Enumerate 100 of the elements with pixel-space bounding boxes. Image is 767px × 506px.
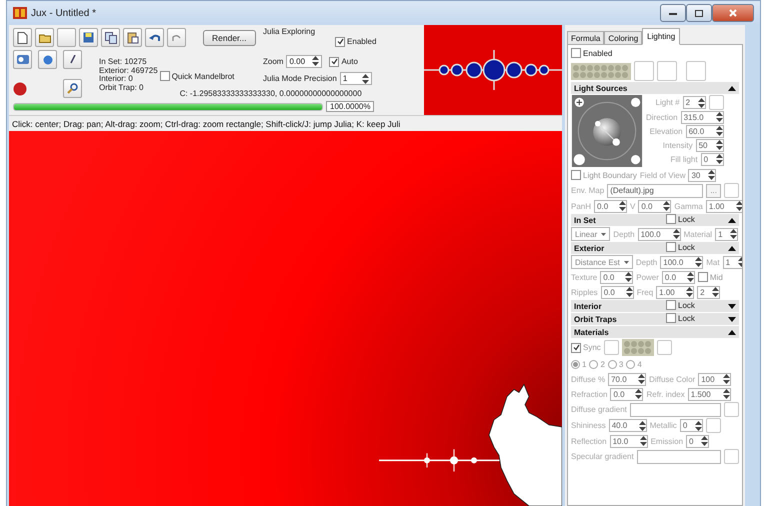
lock-checkbox[interactable]: Lock: [666, 242, 695, 252]
spinner-icon[interactable]: [686, 272, 694, 282]
spinner-icon[interactable]: [730, 229, 738, 239]
spin-field[interactable]: 0.0: [662, 270, 695, 284]
text-field[interactable]: (Default).jpg: [607, 184, 704, 198]
color-swatch[interactable]: [724, 183, 739, 198]
check-mark-box[interactable]: [335, 36, 346, 46]
spinner-icon[interactable]: [638, 374, 646, 384]
spinner-icon[interactable]: [716, 140, 723, 150]
section-header[interactable]: In Set Lock: [571, 214, 739, 226]
spin-field[interactable]: 70.0: [608, 372, 646, 386]
spin-field[interactable]: 1: [715, 228, 738, 240]
spin-field[interactable]: 10.0: [610, 434, 648, 448]
spinner-icon[interactable]: [312, 56, 320, 66]
spinner-icon[interactable]: [640, 436, 647, 446]
dropdown[interactable]: Distance Est: [571, 255, 633, 269]
spinner-icon[interactable]: [736, 201, 742, 211]
auto-checkbox[interactable]: Auto: [329, 56, 358, 66]
check-mark-box[interactable]: [698, 272, 708, 282]
collapse-icon[interactable]: [728, 246, 736, 250]
enabled-checkbox[interactable]: Enabled: [335, 36, 376, 46]
brush-button[interactable]: [63, 50, 82, 69]
collapse-icon[interactable]: [728, 86, 736, 90]
maximize-button[interactable]: [686, 4, 712, 22]
lock-checkbox[interactable]: Lock: [666, 214, 695, 224]
spin-field[interactable]: 0.0: [594, 200, 628, 212]
spinner-icon[interactable]: [701, 436, 708, 446]
collapse-icon[interactable]: [728, 330, 736, 334]
color-swatch[interactable]: [706, 418, 721, 433]
enabled-checkbox[interactable]: Enabled: [571, 48, 612, 58]
redo-button[interactable]: [167, 28, 186, 47]
folder-button[interactable]: [35, 28, 54, 47]
spinner-icon[interactable]: [716, 154, 723, 164]
color-swatch[interactable]: [634, 61, 654, 81]
lock-checkbox[interactable]: Lock: [666, 300, 695, 310]
spin-field[interactable]: 100.0: [660, 256, 704, 268]
spin-field[interactable]: 40.0: [608, 419, 647, 432]
check-mark-box[interactable]: [571, 342, 581, 352]
spinner-icon[interactable]: [716, 112, 723, 122]
minimize-button[interactable]: [660, 4, 686, 22]
check-mark-box[interactable]: [666, 313, 676, 323]
tab[interactable]: Lighting: [642, 28, 680, 45]
ball-icon[interactable]: [13, 82, 27, 96]
zoom-field[interactable]: 0.00: [286, 54, 322, 68]
new-document-button[interactable]: [13, 28, 32, 47]
spinner-icon[interactable]: [723, 374, 730, 384]
expand-icon[interactable]: [728, 316, 736, 322]
spin-field[interactable]: 0.0: [638, 200, 672, 212]
spin-field[interactable]: 100.0: [638, 228, 681, 240]
spin-field[interactable]: 1: [722, 256, 742, 268]
spin-field[interactable]: 100: [698, 372, 732, 386]
precision-field[interactable]: 1: [340, 72, 372, 85]
spinner-icon[interactable]: [694, 420, 702, 430]
section-header[interactable]: Light Sources: [571, 82, 739, 94]
color-swatch[interactable]: [724, 402, 739, 417]
spinner-icon[interactable]: [635, 389, 642, 399]
tab[interactable]: Coloring: [604, 31, 642, 44]
spin-field[interactable]: 1.00: [656, 286, 694, 298]
check-mark-box[interactable]: [666, 242, 676, 252]
paste-button[interactable]: [123, 28, 142, 47]
spinner-icon[interactable]: [619, 201, 626, 211]
spin-field[interactable]: 1.00: [706, 200, 742, 212]
section-header[interactable]: Exterior Lock: [571, 242, 739, 254]
spinner-icon[interactable]: [722, 389, 730, 399]
spin-field[interactable]: 0.0: [600, 286, 634, 298]
spin-field[interactable]: 2: [697, 286, 720, 298]
toggle-button[interactable]: [13, 50, 32, 69]
color-swatch[interactable]: [708, 95, 724, 110]
check-mark-box[interactable]: [160, 71, 170, 81]
undo-button[interactable]: [145, 28, 164, 47]
light-direction-pad[interactable]: [571, 95, 643, 167]
radio-circle[interactable]: [571, 360, 580, 368]
spinner-icon[interactable]: [362, 74, 369, 84]
radio-circle[interactable]: [589, 360, 598, 368]
text-field[interactable]: [630, 402, 721, 416]
spin-field[interactable]: 1.500: [688, 388, 731, 400]
spinner-icon[interactable]: [663, 201, 670, 211]
spinner-icon[interactable]: [626, 287, 633, 297]
check-mark-box[interactable]: [666, 214, 676, 224]
check-mark-box[interactable]: [571, 170, 581, 180]
save-button[interactable]: [79, 28, 98, 47]
copy-button[interactable]: [101, 28, 120, 47]
render-button[interactable]: Render...: [203, 30, 256, 46]
spin-field[interactable]: 50: [696, 138, 724, 152]
spinner-icon[interactable]: [625, 272, 632, 282]
magnifier-button[interactable]: [63, 79, 82, 98]
close-button[interactable]: [712, 4, 754, 22]
fractal-drawing[interactable]: [9, 131, 562, 506]
section-header[interactable]: Interior Lock: [571, 300, 739, 312]
radio-circle[interactable]: [608, 360, 617, 368]
quick-mandelbrot-checkbox[interactable]: Quick Mandelbrot: [160, 71, 234, 81]
collapse-icon[interactable]: [728, 218, 736, 222]
spin-field[interactable]: 30: [688, 168, 716, 182]
spin-field[interactable]: 0: [700, 152, 724, 166]
spinner-icon[interactable]: [708, 170, 716, 180]
spinner-icon[interactable]: [712, 287, 720, 297]
spin-field[interactable]: 0.0: [600, 270, 634, 284]
spin-field[interactable]: 0: [686, 434, 710, 448]
spin-field[interactable]: 0.0: [610, 388, 644, 400]
bulb-button[interactable]: [38, 50, 57, 69]
